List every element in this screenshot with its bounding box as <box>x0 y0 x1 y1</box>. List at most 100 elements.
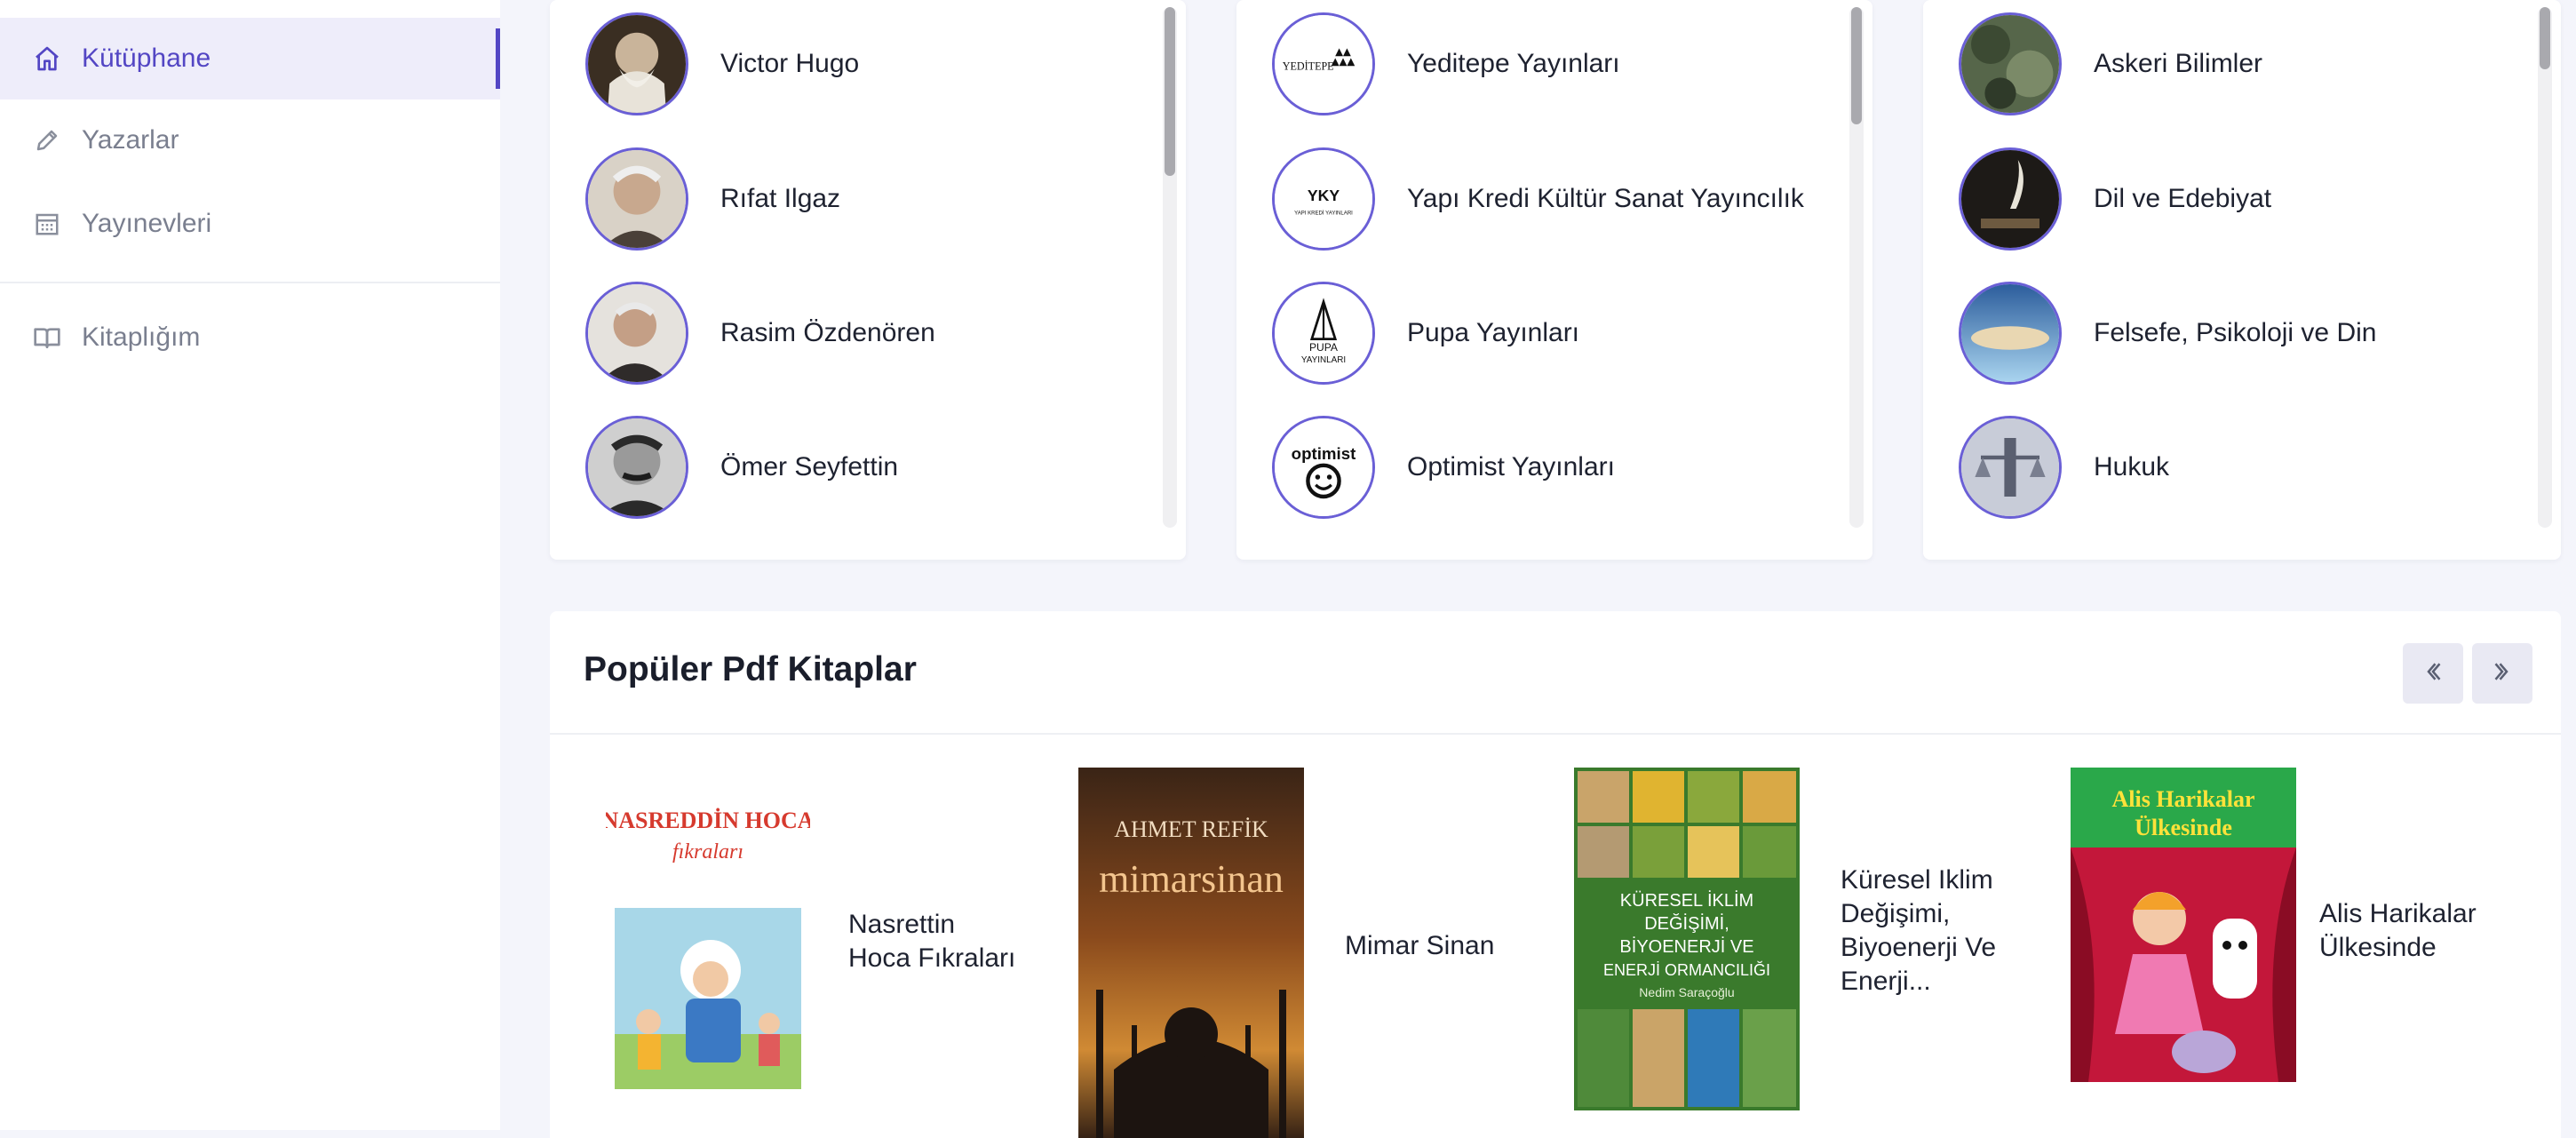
author-avatar <box>585 147 688 251</box>
app-root: Kütüphane Yazarlar Yayınevleri Kitaplığı… <box>0 0 2576 1138</box>
home-icon <box>32 44 62 74</box>
book-title-line: Değişimi, <box>1841 899 1951 928</box>
category-image <box>1959 147 2062 251</box>
cover-title-line: Ülkesinde <box>2135 815 2232 840</box>
category-item[interactable]: Dil ve Edebiyat <box>1959 147 2271 251</box>
book-title-line: Nasrettin <box>848 910 956 939</box>
sidebar-item-yazarlar[interactable]: Yazarlar <box>0 99 500 181</box>
publisher-name: Optimist Yayınları <box>1407 452 1615 481</box>
double-chevron-right-icon <box>2489 658 2516 689</box>
cover-author: Nedim Saraçoğlu <box>1639 985 1734 999</box>
book-title-line: Alis Harikalar <box>2319 899 2477 928</box>
categories-scrollbar[interactable] <box>2538 7 2552 528</box>
publisher-item[interactable]: YEDİTEPE Yeditepe Yayınları <box>1272 12 1620 115</box>
authors-card: Victor Hugo Rıfat Ilgaz Rasim Özdenören … <box>550 0 1186 560</box>
author-item[interactable]: Ömer Seyfettin <box>585 416 898 519</box>
book-card[interactable]: NASREDDİN HOCA fıkraları Nasrettin Hoca … <box>606 776 1023 1138</box>
book-cover: KÜRESEL İKLİM DEĞİŞİMİ, BİYOENERJİ VE EN… <box>1574 768 1800 1110</box>
author-avatar <box>585 416 688 519</box>
publisher-logo: optimist <box>1272 416 1375 519</box>
author-name: Rasim Özdenören <box>720 318 935 347</box>
book-cover: Alis Harikalar Ülkesinde <box>2071 768 2296 1082</box>
building-icon <box>32 209 62 239</box>
publishers-card: YEDİTEPE Yeditepe Yayınları YKY YAPI KRED… <box>1236 0 1872 560</box>
cover-subtitle: fıkraları <box>672 840 743 863</box>
author-name: Ömer Seyfettin <box>720 452 899 481</box>
author-item[interactable]: Rasim Özdenören <box>585 282 935 385</box>
publishers-scrollbar[interactable] <box>1849 7 1864 528</box>
cover-title-line: BİYOENERJİ VE <box>1619 936 1753 957</box>
pen-icon <box>32 125 62 155</box>
category-name: Askeri Bilimler <box>2094 49 2263 78</box>
book-title-line: Hoca Fıkraları <box>848 943 1016 973</box>
book-title: Küresel Iklim Değişimi, Biyoenerji Ve En… <box>1841 863 1996 999</box>
section-divider <box>550 733 2561 735</box>
publisher-logo-subtext: YAPI KREDİ YAYINLARI <box>1294 211 1353 217</box>
sidebar-item-yayinevleri[interactable]: Yayınevleri <box>0 183 500 265</box>
sidebar-item-kutuphane[interactable]: Kütüphane <box>0 18 500 99</box>
category-item[interactable]: Askeri Bilimler <box>1959 12 2262 115</box>
double-chevron-left-icon <box>2420 658 2446 689</box>
publisher-logo-text: PUPA <box>1309 341 1339 354</box>
publisher-item[interactable]: optimist Optimist Yayınları <box>1272 416 1615 519</box>
book-title-line: Mimar Sinan <box>1345 931 1495 960</box>
sidebar-item-label: Kütüphane <box>82 44 211 73</box>
book-card[interactable]: AHMET REFİK mimarsinan Mimar Sinan <box>1078 768 1505 1138</box>
book-open-icon <box>32 322 62 353</box>
publisher-logo-text: optimist <box>1292 444 1356 463</box>
sidebar-item-kitapligim[interactable]: Kitaplığım <box>0 297 500 378</box>
sidebar-item-label: Kitaplığım <box>82 322 201 352</box>
authors-scrollbar[interactable] <box>1163 7 1177 528</box>
carousel-next-button[interactable] <box>2472 643 2532 704</box>
book-card[interactable]: KÜRESEL İKLİM DEĞİŞİMİ, BİYOENERJİ VE EN… <box>1574 768 2018 1138</box>
book-title-line: Biyoenerji Ve <box>1841 933 1997 962</box>
carousel-prev-button[interactable] <box>2403 643 2463 704</box>
author-item[interactable]: Rıfat Ilgaz <box>585 147 840 251</box>
sidebar-item-label: Yazarlar <box>82 125 179 155</box>
author-avatar <box>585 12 688 115</box>
category-name: Dil ve Edebiyat <box>2094 184 2272 213</box>
sidebar-divider <box>0 282 500 283</box>
scroll-thumb[interactable] <box>1851 7 1862 124</box>
category-name: Hukuk <box>2094 452 2170 481</box>
section-title: Popüler Pdf Kitaplar <box>584 650 917 688</box>
cover-title-line: KÜRESEL İKLİM <box>1620 890 1753 911</box>
publisher-name: Yeditepe Yayınları <box>1407 49 1620 78</box>
author-avatar <box>585 282 688 385</box>
author-name: Rıfat Ilgaz <box>720 184 841 213</box>
sidebar: Kütüphane Yazarlar Yayınevleri Kitaplığı… <box>0 0 500 1130</box>
category-image <box>1959 282 2062 385</box>
book-title: Nasrettin Hoca Fıkraları <box>848 908 1015 975</box>
category-item[interactable]: Felsefe, Psikoloji ve Din <box>1959 282 2376 385</box>
publisher-item[interactable]: PUPA YAYINLARI Pupa Yayınları <box>1272 282 1579 385</box>
publisher-name: Pupa Yayınları <box>1407 318 1580 347</box>
cover-title-line: DEĞİŞİMİ, <box>1644 913 1729 934</box>
publisher-logo: PUPA YAYINLARI <box>1272 282 1375 385</box>
scroll-thumb[interactable] <box>2540 7 2550 69</box>
publisher-logo-text: YEDİTEPE <box>1283 60 1334 73</box>
category-name: Felsefe, Psikoloji ve Din <box>2094 318 2377 347</box>
book-title-line: Küresel Iklim <box>1841 865 1993 895</box>
cover-title: NASREDDİN HOCA <box>606 808 810 833</box>
scroll-thumb[interactable] <box>1165 7 1175 176</box>
category-image <box>1959 416 2062 519</box>
book-title-line: Ülkesinde <box>2319 933 2437 962</box>
book-title: Alis Harikalar Ülkesinde <box>2319 897 2477 965</box>
publisher-logo-text: YKY <box>1308 187 1340 204</box>
book-title-line: Enerji... <box>1841 967 1931 996</box>
cover-title-line: Alis Harikalar <box>2111 786 2254 812</box>
cover-author: AHMET REFİK <box>1114 816 1268 842</box>
publisher-item[interactable]: YKY YAPI KREDİ YAYINLARI Yapı Kredi Kültü… <box>1272 147 1804 251</box>
category-item[interactable]: Hukuk <box>1959 416 2169 519</box>
book-card[interactable]: Alis Harikalar Ülkesinde Alis Harikalar … <box>2071 768 2532 1123</box>
publisher-logo: YEDİTEPE <box>1272 12 1375 115</box>
sidebar-item-label: Yayınevleri <box>82 209 212 238</box>
cover-title-line: ENERJİ ORMANCILIĞI <box>1603 960 1770 979</box>
publisher-logo-subtext: YAYINLARI <box>1301 355 1346 365</box>
publisher-logo: YKY YAPI KREDİ YAYINLARI <box>1272 147 1375 251</box>
book-cover: NASREDDİN HOCA fıkraları <box>606 776 810 1093</box>
book-title: Mimar Sinan <box>1345 929 1494 963</box>
author-item[interactable]: Victor Hugo <box>585 12 859 115</box>
cover-title: mimarsinan <box>1099 857 1284 901</box>
author-name: Victor Hugo <box>720 49 860 78</box>
